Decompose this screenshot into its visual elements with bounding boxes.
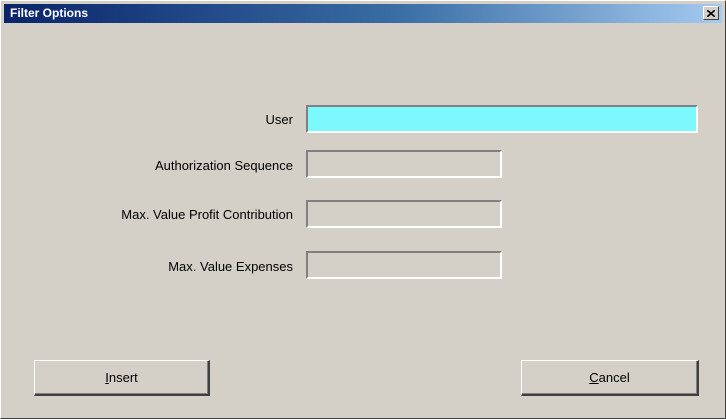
cancel-button-label: ancel [598,370,630,385]
title-bar[interactable]: Filter Options [4,4,722,23]
window-title: Filter Options [10,6,88,20]
max-value-expenses-input[interactable] [306,251,502,279]
max-value-profit-contribution-input[interactable] [306,200,502,228]
cancel-button[interactable]: Cancel [521,360,699,396]
close-icon [707,9,715,17]
filter-options-dialog: Filter Options User Authorization Sequen… [0,0,726,419]
max-value-expenses-label: Max. Value Expenses [168,259,293,274]
max-value-profit-contribution-label: Max. Value Profit Contribution [121,207,293,222]
close-button[interactable] [703,6,719,20]
user-label: User [265,112,293,127]
user-input[interactable] [306,105,698,133]
insert-button-label: nsert [108,370,138,385]
cancel-button-mnemonic: C [589,370,599,385]
insert-button[interactable]: Insert [34,360,210,396]
authorization-sequence-input[interactable] [306,150,502,178]
authorization-sequence-label: Authorization Sequence [154,158,293,173]
